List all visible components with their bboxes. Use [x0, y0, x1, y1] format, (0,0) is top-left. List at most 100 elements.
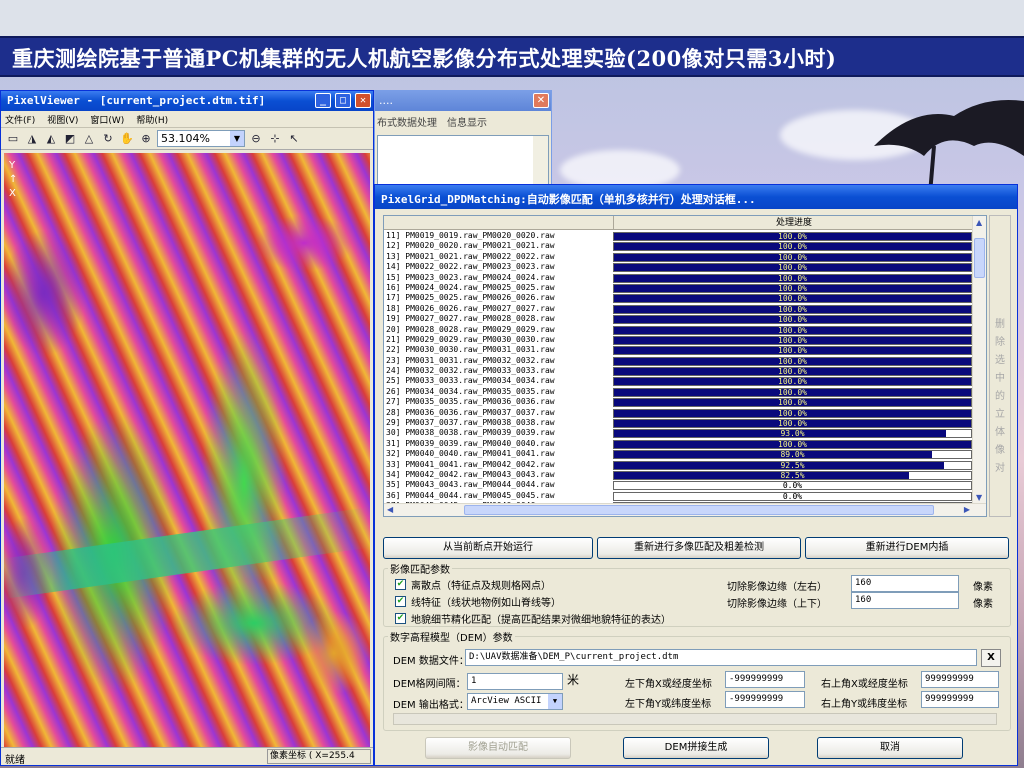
progress-bar: 92.5%	[613, 460, 972, 470]
menu-info[interactable]: 信息显示	[447, 114, 487, 129]
table-row[interactable]: 30] PM0038_0038.raw_PM0039_0039.raw 93.0%	[384, 428, 974, 439]
table-row[interactable]: 23] PM0031_0031.raw_PM0032_0032.raw 100.0…	[384, 356, 974, 366]
pair-name: 17] PM0025_0025.raw_PM0026_0026.raw	[386, 293, 555, 303]
dialog-titlebar[interactable]: PixelGrid_DPDMatching:自动影像匹配（单机多核并行）处理对话…	[375, 185, 1017, 209]
stereo-pair-list[interactable]: 处理进度 11] PM0019_0019.raw_PM0020_0020.raw…	[383, 215, 987, 517]
progress-bar: 100.0%	[613, 387, 972, 397]
table-row[interactable]: 36] PM0044_0044.raw_PM0045_0045.raw 0.0%	[384, 491, 974, 501]
grid-spacing-input[interactable]: 1	[467, 673, 563, 690]
pair-name: 13] PM0021_0021.raw_PM0022_0022.raw	[386, 251, 555, 261]
menu-view[interactable]: 视图(V)	[47, 113, 78, 126]
menu-window[interactable]: 窗口(W)	[90, 113, 124, 126]
minimize-button[interactable]: _	[315, 93, 331, 108]
reinterpolate-button[interactable]: 重新进行DEM内插	[805, 537, 1009, 559]
auto-match-button[interactable]: 影像自动匹配	[425, 737, 571, 759]
zoom-in-icon[interactable]: ⊕	[138, 131, 154, 147]
ur-y-input[interactable]: 999999999	[921, 691, 999, 708]
refresh-icon[interactable]: ↻	[100, 131, 116, 147]
menu-help[interactable]: 帮助(H)	[136, 113, 168, 126]
output-format-select[interactable]: ArcView ASCII ▼	[467, 693, 563, 710]
output-format-value: ArcView ASCII	[471, 696, 542, 706]
scroll-up-icon[interactable]: ▲	[976, 218, 982, 227]
menu-file[interactable]: 文件(F)	[5, 113, 35, 126]
background-window-titlebar[interactable]: .... ✕	[375, 91, 551, 111]
measure-icon[interactable]: ⊹	[267, 131, 283, 147]
terrain-alt-icon[interactable]: ◭	[43, 131, 59, 147]
crop-lr-input[interactable]: 160	[851, 575, 959, 592]
close-button[interactable]: ✕	[533, 93, 549, 108]
table-row[interactable]: 19] PM0027_0027.raw_PM0028_0028.raw 100.0…	[384, 314, 974, 325]
table-row[interactable]: 26] PM0034_0034.raw_PM0035_0035.raw 100.0…	[384, 387, 974, 397]
pan-hand-icon[interactable]: ✋	[119, 131, 135, 147]
delete-selected-button[interactable]: 删除选中的立体像对	[989, 215, 1011, 517]
points-label: 离散点（特征点及规则格网点）	[411, 581, 551, 592]
dem-file-input[interactable]: D:\UAV数据准备\DEM_P\current_project.dtm	[465, 649, 977, 666]
scrollbar[interactable]	[533, 136, 548, 190]
close-button[interactable]: ✕	[355, 93, 371, 108]
table-row[interactable]: 15] PM0023_0023.raw_PM0024_0024.raw 100.0…	[384, 273, 974, 283]
menu-distributed[interactable]: 布式数据处理	[377, 114, 437, 129]
table-row[interactable]: 25] PM0033_0033.raw_PM0034_0034.raw 100.0…	[384, 376, 974, 387]
scroll-left-icon[interactable]: ◀	[387, 505, 393, 514]
points-checkbox[interactable]: ✔	[395, 579, 406, 590]
progress-bar: 100.0%	[613, 232, 972, 241]
horizontal-scrollbar[interactable]: ◀ ▶	[384, 503, 986, 516]
terrain-icon[interactable]: ◮	[24, 131, 40, 147]
progress-label: 0.0%	[782, 481, 803, 491]
triangle-icon[interactable]: △	[81, 131, 97, 147]
flip-icon[interactable]: ◩	[62, 131, 78, 147]
progress-label: 100.0%	[778, 283, 807, 293]
zoom-out-icon[interactable]: ⊖	[248, 131, 264, 147]
rematch-button[interactable]: 重新进行多像匹配及粗差检测	[597, 537, 801, 559]
chevron-down-icon[interactable]: ▼	[230, 131, 244, 146]
table-row[interactable]: 33] PM0041_0041.raw_PM0042_0042.raw 92.5%	[384, 460, 974, 470]
table-row[interactable]: 29] PM0037_0037.raw_PM0038_0038.raw 100.0…	[384, 418, 974, 429]
open-folder-icon[interactable]: ▭	[5, 131, 21, 147]
pointer-icon[interactable]: ↖	[286, 131, 302, 147]
table-row[interactable]: 21] PM0029_0029.raw_PM0030_0030.raw 100.0…	[384, 335, 974, 345]
table-row[interactable]: 32] PM0040_0040.raw_PM0041_0041.raw 89.0%	[384, 449, 974, 460]
table-row[interactable]: 24] PM0032_0032.raw_PM0033_0033.raw 100.0…	[384, 366, 974, 377]
lines-checkbox[interactable]: ✔	[395, 596, 406, 607]
table-row[interactable]: 13] PM0021_0021.raw_PM0022_0022.raw 100.0…	[384, 252, 974, 262]
table-row[interactable]: 27] PM0035_0035.raw_PM0036_0036.raw 100.0…	[384, 397, 974, 408]
dem-mosaic-button[interactable]: DEM拼接生成	[623, 737, 769, 759]
table-row[interactable]: 12] PM0020_0020.raw_PM0021_0021.raw 100.0…	[384, 241, 974, 252]
table-row[interactable]: 18] PM0026_0026.raw_PM0027_0027.raw 100.0…	[384, 304, 974, 314]
scroll-thumb[interactable]	[464, 505, 934, 515]
table-row[interactable]: 35] PM0043_0043.raw_PM0044_0044.raw 0.0%	[384, 480, 974, 491]
axis-y-label: Y	[9, 160, 16, 171]
table-row[interactable]: 16] PM0024_0024.raw_PM0025_0025.raw 100.0…	[384, 283, 974, 293]
table-row[interactable]: 34] PM0042_0042.raw_PM0043_0043.raw 82.5%	[384, 470, 974, 480]
table-row[interactable]: 22] PM0030_0030.raw_PM0031_0031.raw 100.0…	[384, 345, 974, 356]
table-row[interactable]: 14] PM0022_0022.raw_PM0023_0023.raw 100.0…	[384, 262, 974, 273]
resume-button[interactable]: 从当前断点开始运行	[383, 537, 593, 559]
cancel-button[interactable]: 取消	[817, 737, 963, 759]
table-row[interactable]: 31] PM0039_0039.raw_PM0040_0040.raw 100.0…	[384, 439, 974, 449]
progress-bar: 89.0%	[613, 450, 972, 460]
rows-container: 11] PM0019_0019.raw_PM0020_0020.raw 100.0…	[384, 231, 974, 512]
progress-bar: 100.0%	[613, 304, 972, 314]
progress-label: 93.0%	[780, 429, 805, 439]
clear-file-button[interactable]: X	[981, 649, 1001, 667]
vertical-scrollbar[interactable]: ▲ ▼	[972, 216, 986, 504]
scroll-right-icon[interactable]: ▶	[964, 505, 970, 514]
grid-spacing-label: DEM格网间隔：	[393, 679, 466, 690]
pair-name: 31] PM0039_0039.raw_PM0040_0040.raw	[386, 438, 555, 448]
table-row[interactable]: 28] PM0036_0036.raw_PM0037_0037.raw 100.0…	[384, 408, 974, 418]
dem-image-view[interactable]: Y ↑ X	[4, 153, 370, 747]
refine-checkbox[interactable]: ✔	[395, 613, 406, 624]
pixelviewer-titlebar[interactable]: PixelViewer - [current_project.dtm.tif] …	[1, 91, 373, 111]
ll-x-input[interactable]: -999999999	[725, 671, 805, 688]
table-row[interactable]: 11] PM0019_0019.raw_PM0020_0020.raw 100.0…	[384, 231, 974, 241]
scroll-down-icon[interactable]: ▼	[976, 493, 982, 502]
ll-y-input[interactable]: -999999999	[725, 691, 805, 708]
chevron-down-icon[interactable]: ▼	[548, 694, 562, 709]
zoom-select[interactable]: 53.104% ▼	[157, 130, 245, 147]
scroll-thumb[interactable]	[974, 238, 985, 278]
crop-ud-input[interactable]: 160	[851, 592, 959, 609]
table-row[interactable]: 20] PM0028_0028.raw_PM0029_0029.raw 100.0…	[384, 325, 974, 335]
maximize-button[interactable]: □	[335, 93, 351, 108]
ur-x-input[interactable]: 999999999	[921, 671, 999, 688]
table-row[interactable]: 17] PM0025_0025.raw_PM0026_0026.raw 100.0…	[384, 293, 974, 304]
